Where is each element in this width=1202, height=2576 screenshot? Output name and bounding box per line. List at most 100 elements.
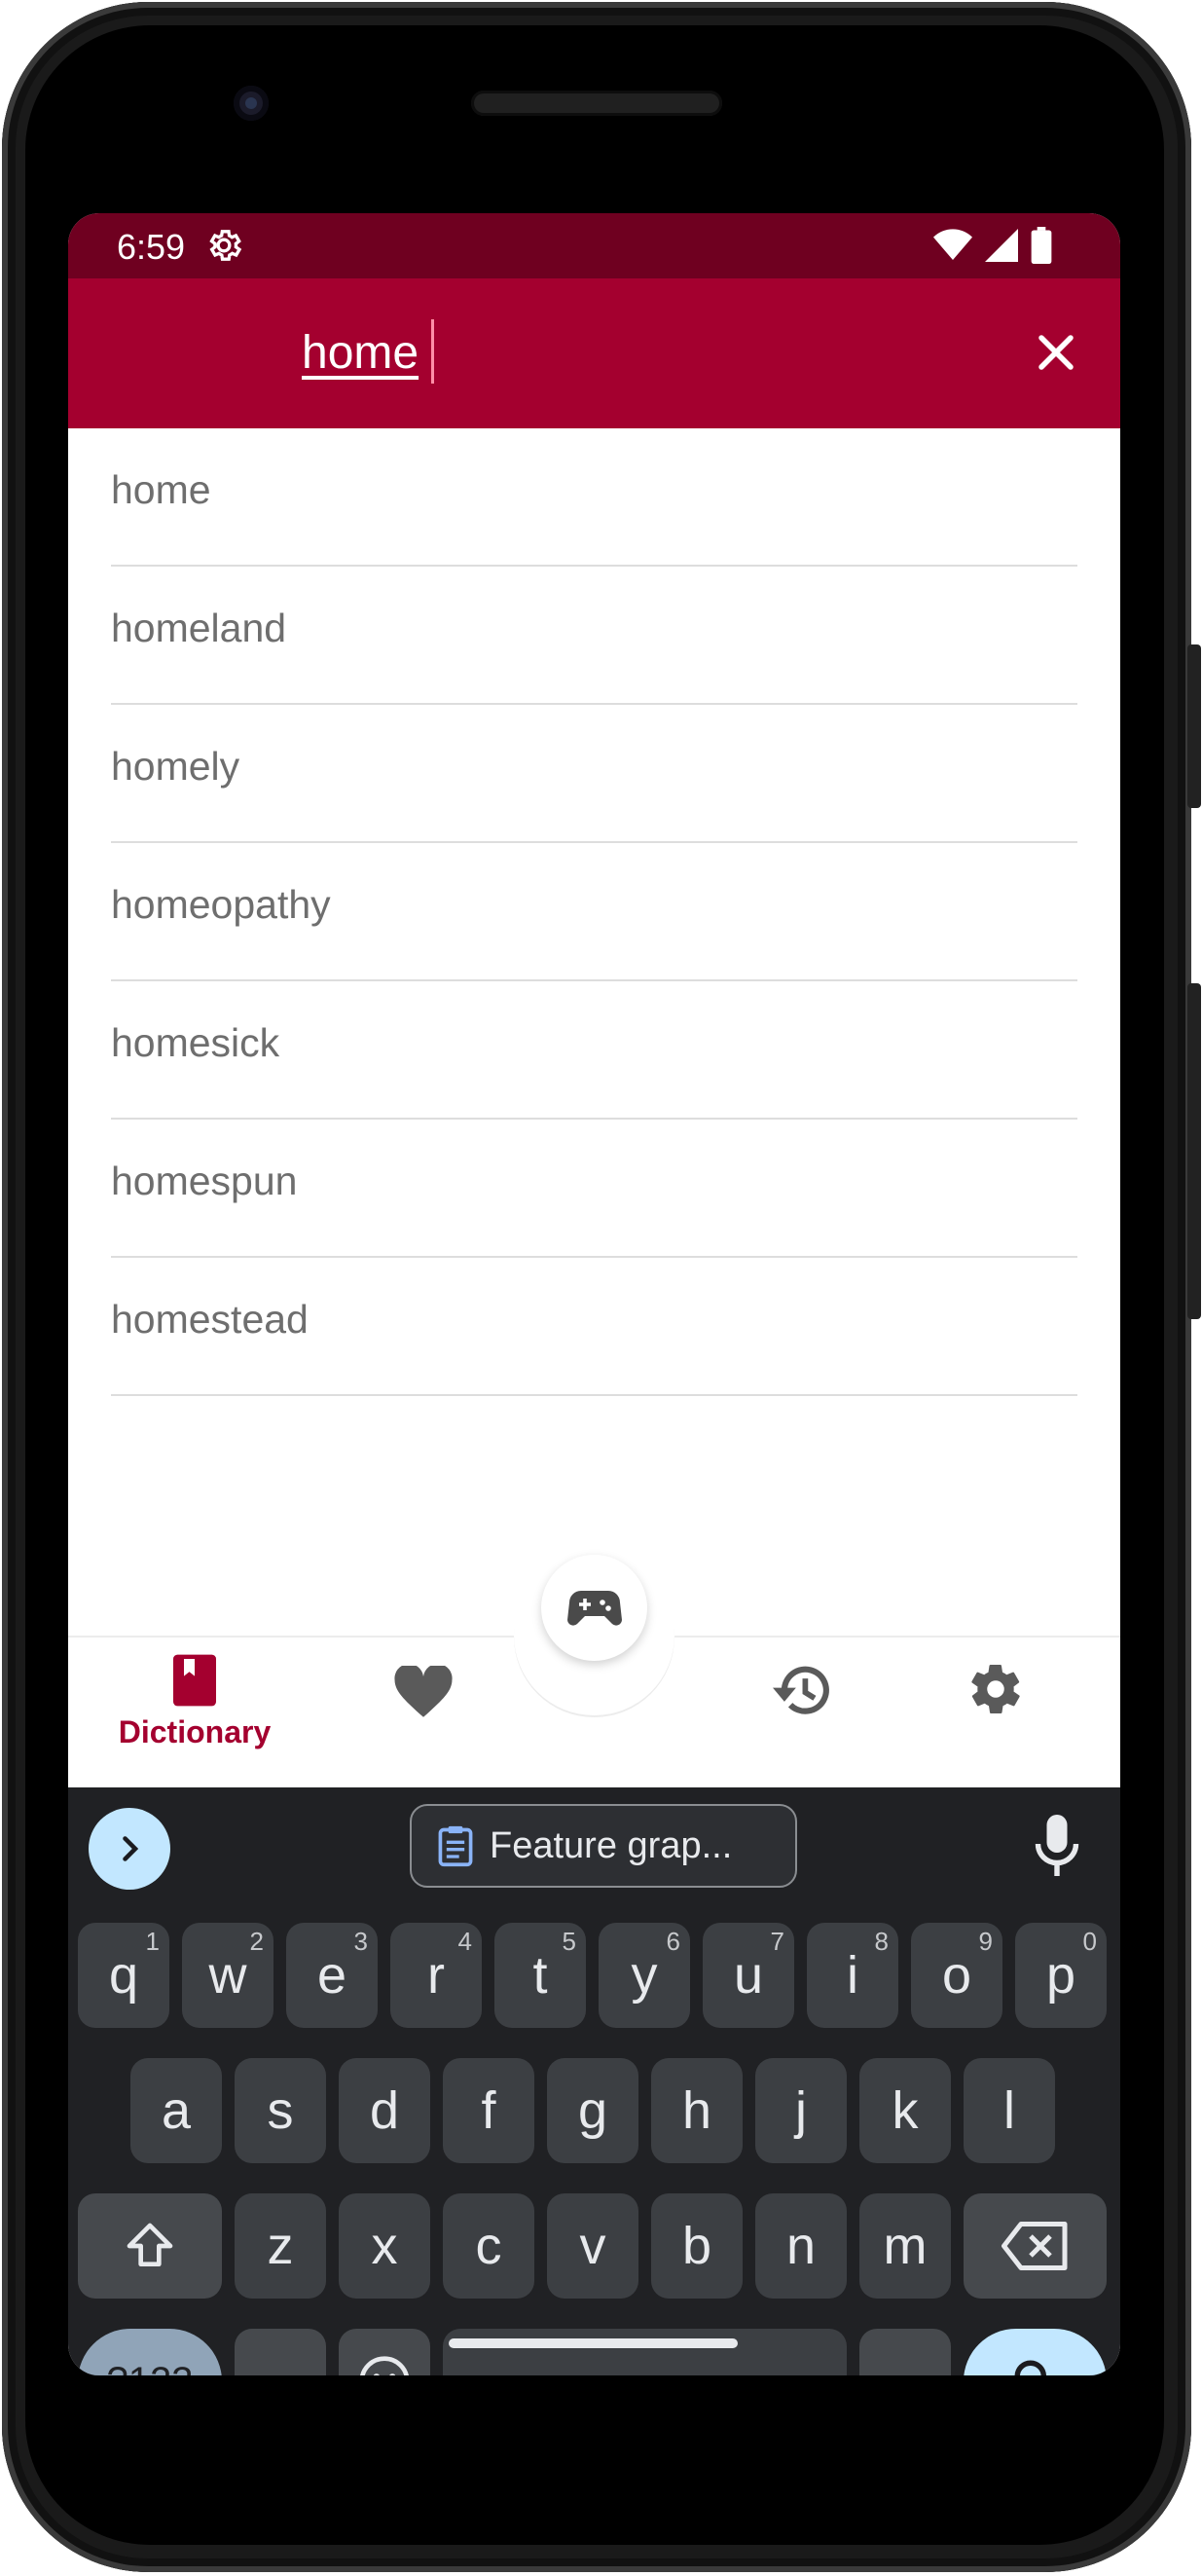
list-item[interactable]: home: [111, 428, 1077, 567]
key-label: p: [1045, 1946, 1076, 2005]
key-label: r: [427, 1946, 445, 2005]
soft-keyboard: Feature grap... q1 w2 e3 r4 t5 y6 u7 i8 …: [68, 1787, 1120, 2375]
key-label: z: [267, 2217, 294, 2275]
close-icon[interactable]: [1027, 323, 1085, 382]
nav-item-label: Dictionary: [118, 1714, 272, 1749]
key-h[interactable]: h: [651, 2058, 743, 2163]
list-item-label: homeopathy: [111, 882, 331, 927]
key-label: q: [108, 1946, 139, 2005]
list-item[interactable]: homeopathy: [111, 843, 1077, 981]
key-label: .: [897, 2351, 912, 2375]
key-f[interactable]: f: [443, 2058, 534, 2163]
key-label: ,: [273, 2351, 287, 2375]
chevron-right-icon: [123, 1836, 139, 1861]
key-label: o: [941, 1946, 972, 2005]
key-hint: 3: [353, 1927, 368, 1956]
nav-item-favorites[interactable]: [375, 1666, 472, 1718]
key-c[interactable]: c: [443, 2193, 534, 2299]
key-hint: 5: [562, 1927, 576, 1956]
battery-icon: [1031, 227, 1052, 264]
key-label: v: [579, 2217, 606, 2275]
power-button: [1187, 644, 1201, 808]
list-item-label: homesick: [111, 1020, 280, 1065]
key-r[interactable]: r4: [390, 1923, 482, 2028]
key-j[interactable]: j: [755, 2058, 847, 2163]
key-i[interactable]: i8: [807, 1923, 898, 2028]
key-label: k: [892, 2081, 919, 2140]
key-z[interactable]: z: [235, 2193, 326, 2299]
key-k[interactable]: k: [859, 2058, 951, 2163]
key-w[interactable]: w2: [182, 1923, 273, 2028]
key-label: h: [681, 2081, 712, 2140]
key-e[interactable]: e3: [286, 1923, 378, 2028]
screen: 6:59 home homeland homely homeopathy hom…: [68, 213, 1120, 2375]
key-hint: 8: [874, 1927, 889, 1956]
key-label: s: [267, 2081, 294, 2140]
key-label: ?123: [107, 2360, 194, 2376]
key-label: m: [883, 2217, 928, 2275]
key-m[interactable]: m: [859, 2193, 951, 2299]
key-q[interactable]: q1: [78, 1923, 169, 2028]
game-fab-button[interactable]: [541, 1555, 647, 1661]
key-x[interactable]: x: [339, 2193, 430, 2299]
key-label: e: [316, 1946, 347, 2005]
clipboard-icon: [438, 1825, 473, 1867]
clipboard-suggestion-chip[interactable]: Feature grap...: [410, 1804, 797, 1888]
key-label: i: [847, 1946, 858, 2005]
key-s[interactable]: s: [235, 2058, 326, 2163]
key-label: w: [208, 1946, 247, 2005]
key-v[interactable]: v: [547, 2193, 638, 2299]
search-icon: [1014, 2360, 1046, 2375]
key-comma[interactable]: ,: [235, 2329, 326, 2375]
emoji-key[interactable]: [339, 2329, 430, 2375]
list-item[interactable]: homestead: [111, 1258, 1077, 1396]
key-hint: 4: [457, 1927, 472, 1956]
list-item[interactable]: homeland: [111, 567, 1077, 705]
status-bar: 6:59: [68, 213, 1120, 278]
search-input[interactable]: [302, 323, 886, 382]
search-action-key[interactable]: [964, 2329, 1107, 2375]
key-hint: 0: [1082, 1927, 1097, 1956]
settings-gear-icon: [209, 230, 242, 261]
key-t[interactable]: t5: [494, 1923, 586, 2028]
keyboard-expand-button[interactable]: [89, 1808, 170, 1890]
list-item[interactable]: homely: [111, 705, 1077, 843]
search-app-bar: [68, 278, 1120, 428]
list-item-label: homely: [111, 744, 240, 789]
key-hint: 6: [666, 1927, 680, 1956]
gesture-home-bar[interactable]: [449, 2338, 738, 2348]
nav-item-settings[interactable]: [947, 1660, 1044, 1718]
space-key[interactable]: [443, 2329, 847, 2375]
key-n[interactable]: n: [755, 2193, 847, 2299]
key-l[interactable]: l: [964, 2058, 1055, 2163]
backspace-key[interactable]: [964, 2193, 1107, 2299]
microphone-icon[interactable]: [1033, 1815, 1081, 1879]
clipboard-suggestion-text: Feature grap...: [490, 1824, 733, 1866]
earpiece-speaker: [471, 91, 722, 116]
volume-button: [1187, 983, 1201, 1319]
list-item-label: homeland: [111, 606, 287, 650]
nav-item-history[interactable]: [754, 1662, 852, 1718]
symbols-key[interactable]: ?123: [78, 2329, 222, 2375]
list-item[interactable]: homespun: [111, 1120, 1077, 1258]
shift-icon: [127, 2223, 173, 2266]
key-b[interactable]: b: [651, 2193, 743, 2299]
key-hint: 2: [249, 1927, 264, 1956]
front-camera: [234, 86, 269, 121]
key-label: l: [1003, 2081, 1015, 2140]
shift-key[interactable]: [78, 2193, 222, 2299]
key-period[interactable]: .: [859, 2329, 951, 2375]
keyboard-toolbar: Feature grap...: [68, 1787, 1120, 1910]
key-g[interactable]: g: [547, 2058, 638, 2163]
list-item[interactable]: homesick: [111, 981, 1077, 1120]
key-o[interactable]: o9: [911, 1923, 1002, 2028]
key-d[interactable]: d: [339, 2058, 430, 2163]
key-a[interactable]: a: [130, 2058, 222, 2163]
key-u[interactable]: u7: [703, 1923, 794, 2028]
key-label: a: [161, 2081, 192, 2140]
key-y[interactable]: y6: [599, 1923, 690, 2028]
key-label: b: [681, 2217, 712, 2275]
nav-item-dictionary[interactable]: Dictionary: [107, 1654, 282, 1750]
key-p[interactable]: p0: [1015, 1923, 1107, 2028]
gamepad-icon: [566, 1590, 622, 1626]
